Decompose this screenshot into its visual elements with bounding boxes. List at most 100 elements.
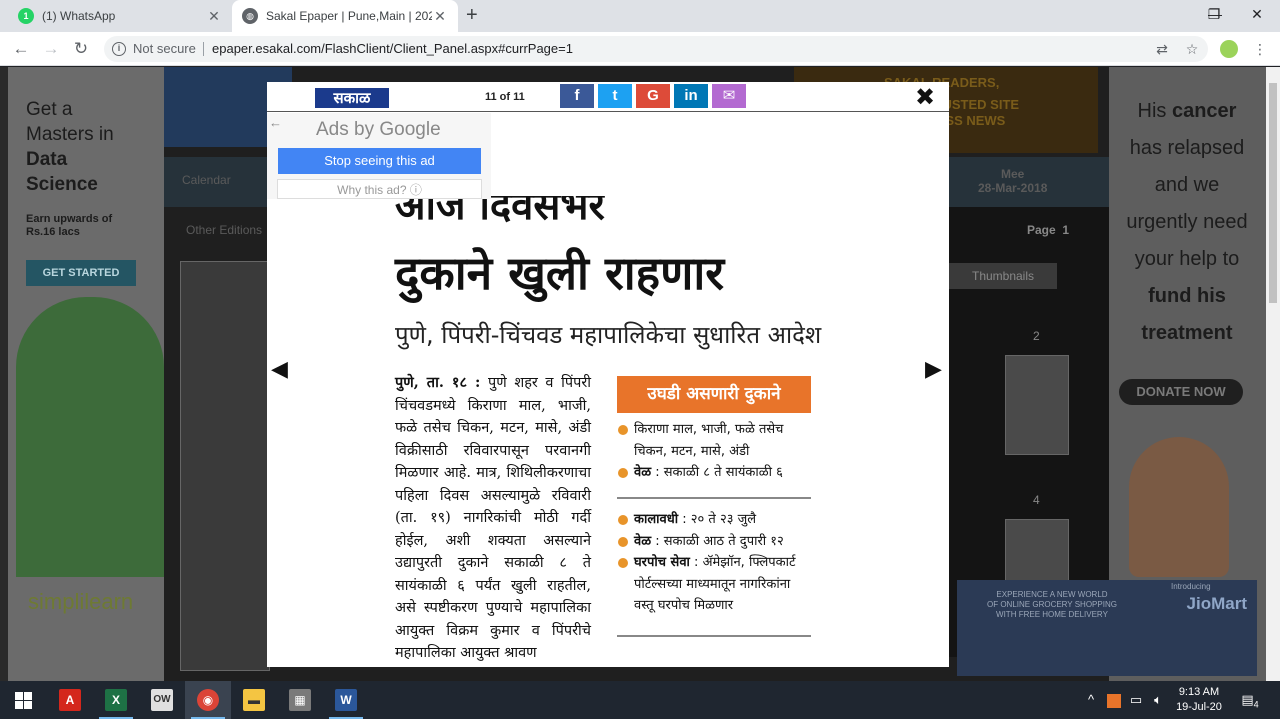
owl-icon: OW	[151, 689, 173, 711]
excel-icon: X	[105, 689, 127, 711]
page-thumbnail[interactable]	[1005, 519, 1069, 589]
page-count: 11 of 11	[485, 91, 525, 103]
divider	[203, 42, 204, 56]
word-icon: W	[335, 689, 357, 711]
edition-date: Mee 28-Mar-2018	[978, 167, 1048, 195]
windows-taskbar: A X OW ◉ ▬ ▦ W ^ ▭ 🔈︎ 9:13 AM 19-Jul-20 …	[0, 681, 1280, 719]
bullet-icon	[618, 425, 628, 435]
info-icon[interactable]: i	[112, 42, 126, 56]
bullet-icon	[618, 536, 628, 547]
calendar-label[interactable]: Calendar	[182, 173, 231, 187]
taskbar-calculator[interactable]: ▦	[277, 681, 323, 719]
tray-app-icon[interactable]	[1104, 681, 1124, 719]
linkedin-share-button[interactable]: in	[674, 84, 708, 108]
facebook-icon: f	[574, 87, 580, 104]
tab-sakal-epaper[interactable]: ◍ Sakal Epaper | Pune,Main | 2020_ ✕	[232, 0, 458, 32]
taskbar-owl[interactable]: OW	[139, 681, 185, 719]
address-bar[interactable]: i Not secure epaper.esakal.com/FlashClie…	[104, 36, 1208, 62]
tab-whatsapp[interactable]: 1 (1) WhatsApp ✕	[8, 0, 232, 32]
chrome-icon: ◉	[197, 689, 219, 711]
google-icon: G	[647, 87, 659, 104]
ads-by-google-overlay: ← Ads by Google Stop seeing this ad Why …	[267, 113, 491, 199]
mail-share-button[interactable]: ✉	[712, 84, 746, 108]
twitter-share-button[interactable]: t	[598, 84, 632, 108]
tab-strip: 1 (1) WhatsApp ✕ ◍ Sakal Epaper | Pune,M…	[0, 0, 1280, 32]
show-hidden-icons-chevron-icon[interactable]: ^	[1082, 681, 1100, 719]
security-label: Not secure	[133, 41, 196, 56]
calculator-icon: ▦	[289, 689, 311, 711]
taskbar-excel[interactable]: X	[93, 681, 139, 719]
windows-logo-icon	[14, 691, 32, 709]
article-body: पुणे, ता. १८ : पुणे शहर व पिंपरी चिंचवडम…	[395, 374, 592, 661]
close-window-button[interactable]: ✕	[1234, 0, 1280, 30]
stop-seeing-ad-button[interactable]: Stop seeing this ad	[278, 148, 481, 174]
bookmark-star-icon[interactable]: ☆	[1182, 39, 1202, 59]
left-ad[interactable]: Get a Masters in Data Science Earn upwar…	[8, 67, 164, 681]
notification-center-icon[interactable]: ▤4	[1238, 681, 1262, 719]
donate-now-button[interactable]: DONATE NOW	[1119, 379, 1243, 405]
clock-time: 9:13 AM	[1178, 686, 1220, 698]
taskbar-word[interactable]: W	[323, 681, 369, 719]
info-box-list: किराणा माल, भाजी, फळे तसेच चिकन, मटन, मा…	[617, 419, 813, 484]
close-tab-icon[interactable]: ✕	[432, 8, 448, 25]
facebook-share-button[interactable]: f	[560, 84, 594, 108]
close-tab-icon[interactable]: ✕	[206, 8, 222, 25]
ad-message: His cancer has relapsed and we urgently …	[1126, 100, 1248, 344]
reload-button[interactable]: ↻	[70, 38, 92, 60]
next-page-arrow-icon[interactable]: ▶	[925, 358, 942, 380]
page-thumbnail[interactable]	[180, 261, 270, 671]
info-box-title: उघडी असणारी दुकाने	[617, 376, 811, 413]
divider	[617, 497, 811, 499]
start-button[interactable]	[0, 681, 46, 719]
ad-headline: Get a Masters in Data Science	[26, 99, 114, 195]
translate-icon[interactable]: ⇄	[1152, 39, 1172, 59]
list-item: घरपोच सेवा : ॲमेझॉन, फ्लिपकार्ट पोर्टल्स…	[617, 552, 813, 617]
twitter-icon: t	[612, 87, 618, 104]
close-icon[interactable]: ✖	[915, 86, 935, 110]
jiomart-ad[interactable]: EXPERIENCE A NEW WORLD OF ONLINE GROCERY…	[957, 580, 1257, 676]
restore-button[interactable]: ❐	[1191, 0, 1237, 30]
taskbar-acrobat[interactable]: A	[47, 681, 93, 719]
article-headline-line2: दुकाने खुली राहणार	[395, 246, 725, 300]
article-subheadline: पुणे, पिंपरी-चिंचवड महापालिकेचा सुधारित …	[395, 321, 822, 349]
get-started-button[interactable]: GET STARTED	[26, 260, 136, 286]
tab-title: (1) WhatsApp	[42, 9, 116, 23]
ad-brand: JioMart	[1186, 594, 1247, 613]
thumbnails-button[interactable]: Thumbnails	[949, 263, 1057, 289]
forward-button[interactable]: →	[40, 38, 62, 60]
other-editions-button[interactable]: Other Editions	[186, 223, 262, 237]
list-item: वेळ : सकाळी ८ ते सायंकाळी ६	[617, 462, 813, 484]
tab-title: Sakal Epaper | Pune,Main | 2020_	[266, 9, 432, 23]
system-clock[interactable]: 9:13 AM 19-Jul-20	[1170, 685, 1228, 715]
scrollbar-thumb[interactable]	[1269, 83, 1277, 303]
previous-page-arrow-icon[interactable]: ◀	[271, 358, 288, 380]
back-button[interactable]: ←	[10, 38, 32, 60]
divider	[617, 635, 811, 637]
network-icon[interactable]: ▭	[1126, 681, 1146, 719]
google-share-button[interactable]: G	[636, 84, 670, 108]
info-box-list: कालावधी : २० ते २३ जुलै वेळ : सकाळी आठ त…	[617, 509, 813, 617]
page-thumbnail[interactable]	[1005, 355, 1069, 455]
url-text: epaper.esakal.com/FlashClient/Client_Pan…	[212, 41, 573, 56]
taskbar-file-explorer[interactable]: ▬	[231, 681, 277, 719]
ad-image	[16, 297, 164, 577]
list-item: वेळ : सकाळी आठ ते दुपारी १२	[617, 531, 813, 553]
page-scrollbar[interactable]	[1266, 67, 1280, 681]
back-arrow-icon[interactable]: ←	[269, 115, 282, 130]
bullet-icon	[618, 558, 628, 568]
taskbar-chrome[interactable]: ◉	[185, 681, 231, 719]
volume-icon[interactable]: 🔈︎	[1148, 681, 1168, 719]
viewer-header: सकाळ 11 of 11 f t G in ✉ ✖	[267, 82, 949, 112]
menu-kebab-icon[interactable]: ⋮	[1250, 39, 1270, 59]
page-indicator: Page 1	[1027, 223, 1070, 237]
profile-avatar[interactable]	[1220, 40, 1238, 58]
acrobat-icon: A	[59, 689, 81, 711]
list-item: किराणा माल, भाजी, फळे तसेच चिकन, मटन, मा…	[617, 419, 813, 462]
ad-tagline: EXPERIENCE A NEW WORLD OF ONLINE GROCERY…	[987, 590, 1117, 619]
whatsapp-icon: 1	[18, 8, 34, 24]
why-this-ad-button[interactable]: Why this ad? ⓘ	[277, 179, 482, 199]
globe-icon: ◍	[242, 8, 258, 24]
new-tab-button[interactable]: +	[466, 4, 478, 27]
ad-brand: simplilearn	[28, 589, 134, 614]
ads-by-label: Ads by Google	[316, 119, 441, 140]
